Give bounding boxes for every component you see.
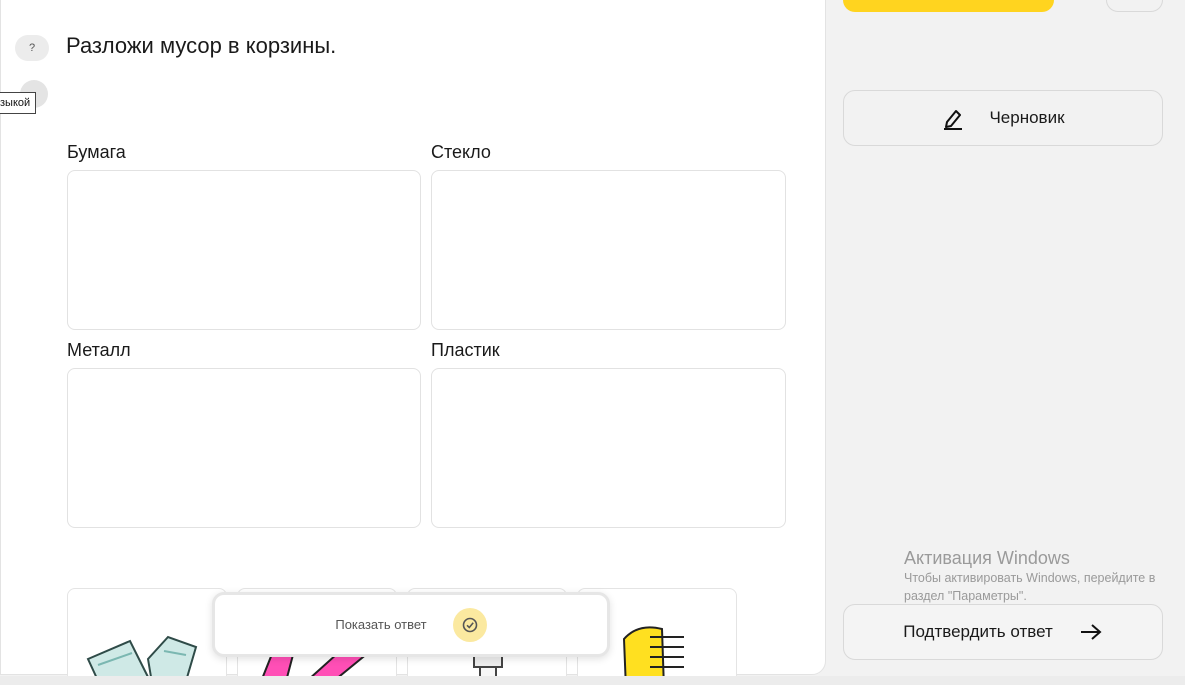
basket-plastic[interactable] <box>431 368 786 528</box>
basket-paper[interactable] <box>67 170 421 330</box>
basket-label-plastic: Пластик <box>431 340 500 360</box>
basket-label-metal: Металл <box>67 340 131 360</box>
primary-yellow-button[interactable] <box>843 0 1054 12</box>
arrow-right-icon <box>1080 624 1102 640</box>
basket-glass[interactable] <box>431 170 786 330</box>
show-answer-panel[interactable]: Показать ответ <box>212 592 610 657</box>
basket-metal[interactable] <box>67 368 421 528</box>
secondary-button[interactable] <box>1106 0 1163 12</box>
help-button[interactable]: ? <box>15 35 49 61</box>
draft-label: Черновик <box>989 108 1065 127</box>
draft-button[interactable]: Черновик <box>843 90 1163 146</box>
watermark-line1: Чтобы активировать Windows, перейдите в <box>904 571 1156 585</box>
tooltip: зыкой <box>0 92 37 114</box>
draggable-item-glass-shards[interactable] <box>67 588 227 685</box>
task-card <box>0 0 826 675</box>
basket-label-paper: Бумага <box>67 142 126 162</box>
help-icon: ? <box>28 42 36 54</box>
windows-activation-watermark: Активация Windows Чтобы активировать Win… <box>904 547 1185 605</box>
confirm-label: Подтвердить ответ <box>903 622 1053 641</box>
question-text: Разложи мусор в корзины. <box>66 33 337 58</box>
bottom-bar <box>0 676 1185 685</box>
watermark-title: Активация Windows <box>904 548 1070 568</box>
pencil-icon <box>944 110 963 130</box>
glass-shards-icon <box>86 635 198 685</box>
confirm-answer-button[interactable]: Подтвердить ответ <box>843 604 1163 660</box>
show-answer-label: Показать ответ <box>335 617 427 632</box>
check-circle-icon[interactable] <box>452 607 487 642</box>
watermark-line2: раздел "Параметры". <box>904 589 1027 603</box>
basket-label-glass: Стекло <box>431 142 491 162</box>
